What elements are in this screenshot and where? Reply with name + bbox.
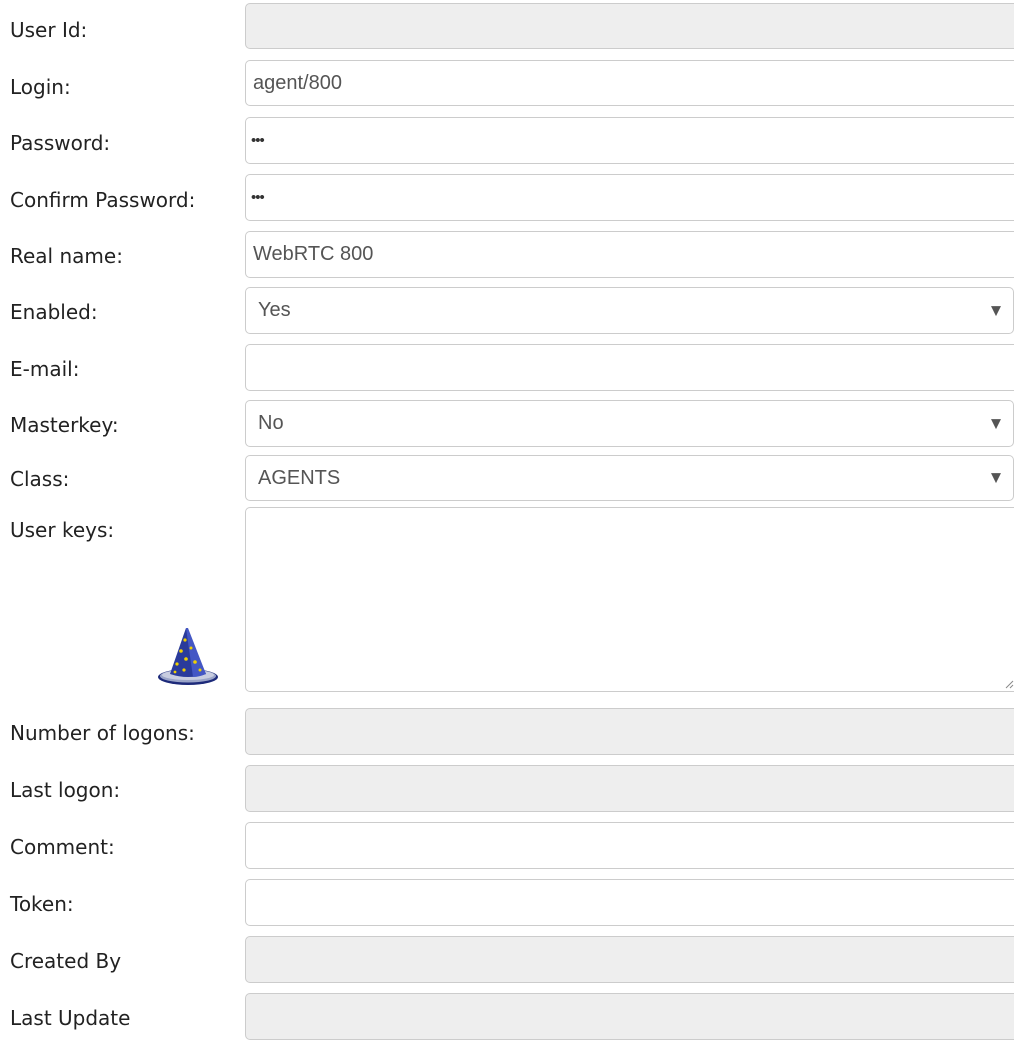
- confirm-password-label: Confirm Password:: [10, 188, 196, 212]
- comment-label: Comment:: [10, 835, 115, 859]
- last-logon-label: Last logon:: [10, 778, 121, 802]
- token-field[interactable]: [245, 879, 1014, 926]
- created-by-label: Created By: [10, 949, 122, 973]
- class-label: Class:: [10, 467, 70, 491]
- masterkey-select-value: No: [258, 412, 284, 434]
- confirm-password-mask: •••: [251, 189, 265, 206]
- enabled-select[interactable]: Yes ▼: [245, 287, 1014, 334]
- real-name-field[interactable]: WebRTC 800: [245, 231, 1014, 278]
- class-select[interactable]: AGENTS ▼: [245, 455, 1014, 501]
- number-of-logons-field[interactable]: [245, 708, 1014, 755]
- real-name-label: Real name:: [10, 244, 123, 268]
- comment-field[interactable]: [245, 822, 1014, 869]
- token-label: Token:: [10, 892, 74, 916]
- confirm-password-field[interactable]: •••: [245, 174, 1014, 221]
- user-id-label: User Id:: [10, 18, 88, 42]
- password-label: Password:: [10, 131, 111, 155]
- last-update-label: Last Update: [10, 1006, 131, 1030]
- number-of-logons-label: Number of logons:: [10, 721, 195, 745]
- user-keys-label: User keys:: [10, 518, 115, 542]
- password-field[interactable]: •••: [245, 117, 1014, 164]
- password-mask: •••: [251, 132, 265, 149]
- email-field[interactable]: [245, 344, 1014, 391]
- masterkey-select[interactable]: No ▼: [245, 400, 1014, 447]
- chevron-down-icon: ▼: [991, 416, 1001, 431]
- user-id-field[interactable]: [245, 3, 1014, 49]
- resize-handle-icon[interactable]: [1004, 679, 1014, 689]
- email-label: E-mail:: [10, 357, 80, 381]
- masterkey-label: Masterkey:: [10, 413, 119, 437]
- chevron-down-icon: ▼: [991, 303, 1001, 318]
- last-logon-field[interactable]: [245, 765, 1014, 812]
- chevron-down-icon: ▼: [991, 470, 1001, 486]
- enabled-select-value: Yes: [258, 299, 291, 321]
- last-update-field[interactable]: [245, 993, 1014, 1040]
- login-label: Login:: [10, 75, 71, 99]
- class-select-value: AGENTS: [258, 466, 341, 489]
- created-by-field[interactable]: [245, 936, 1014, 983]
- user-keys-textarea[interactable]: [245, 507, 1014, 692]
- login-field[interactable]: agent/800: [245, 60, 1014, 106]
- wizard-hat-icon[interactable]: [155, 626, 221, 688]
- enabled-label: Enabled:: [10, 300, 98, 324]
